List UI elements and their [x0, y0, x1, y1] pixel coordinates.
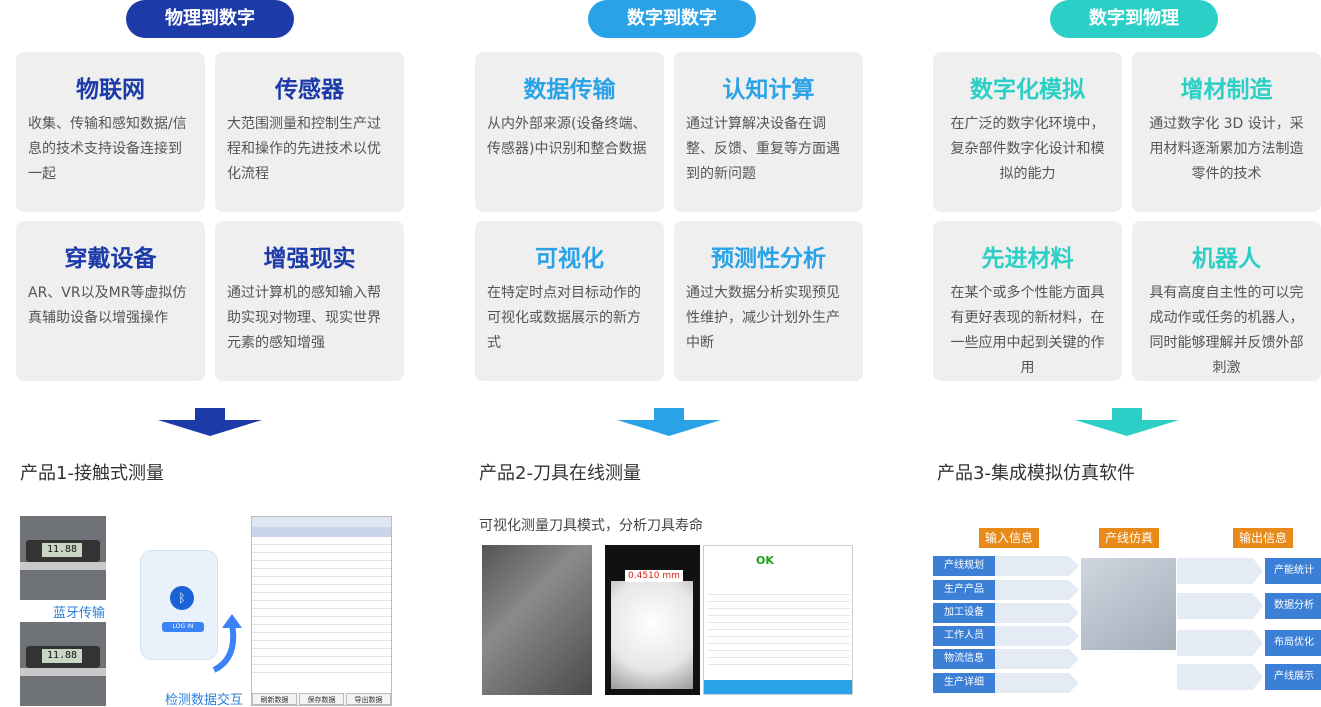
- card-robot: 机器人具有高度自主性的可以完成动作或任务的机器人，同时能够理解并反馈外部刺激: [1132, 221, 1321, 381]
- caliper-reading: 11.88: [42, 543, 82, 557]
- arrow-down-icon: [158, 408, 262, 436]
- card-title: 认知计算: [722, 77, 815, 103]
- card-desc: 在广泛的数字化环境中，复杂部件数字化设计和模拟的能力: [950, 116, 1105, 182]
- card-desc: 具有高度自主性的可以完成动作或任务的机器人，同时能够理解并反馈外部刺激: [1149, 285, 1304, 376]
- card-desc: 通过计算机的感知输入帮助实现对物理、现实世界元素的感知增强: [227, 285, 381, 351]
- output-capacity-stats[interactable]: 产能统计: [1265, 558, 1321, 584]
- card-digital-sim: 数字化模拟在广泛的数字化环境中，复杂部件数字化设计和模拟的能力: [933, 52, 1122, 212]
- output-layout-optimization[interactable]: 布局优化: [1265, 630, 1321, 656]
- output-line-display[interactable]: 产线展示: [1265, 664, 1321, 690]
- output-info-header: 输出信息: [1233, 528, 1294, 548]
- tool-photo: [482, 545, 592, 695]
- card-desc: 在特定时点对目标动作的可视化或数据展示的新方式: [487, 285, 641, 351]
- card-title: 机器人: [1192, 246, 1261, 272]
- interaction-label: 检测数据交互: [162, 689, 247, 707]
- card-desc: 通过计算解决设备在调整、反馈、重复等方面遇到的新问题: [686, 116, 840, 182]
- bluetooth-icon: ᛒ: [170, 586, 194, 610]
- input-staff[interactable]: 工作人员: [933, 626, 995, 646]
- input-product[interactable]: 生产产品: [933, 580, 995, 600]
- output-data-analysis[interactable]: 数据分析: [1265, 593, 1321, 619]
- micrometer-reading: 11.88: [42, 649, 82, 663]
- card-visualization: 可视化在特定时点对目标动作的可视化或数据展示的新方式: [475, 221, 664, 381]
- ok-status: OK: [756, 554, 774, 567]
- bluetooth-label: 蓝牙传输: [50, 602, 109, 621]
- caliper-image: 11.88: [20, 516, 106, 600]
- export-data-button[interactable]: 导出数据: [346, 693, 391, 705]
- column-digital-to-physical: 数字到物理 数字化模拟在广泛的数字化环境中，复杂部件数字化设计和模拟的能力 增材…: [933, 0, 1321, 707]
- input-line-planning[interactable]: 产线规划: [933, 556, 995, 576]
- card-ar: 增强现实通过计算机的感知输入帮助实现对物理、现实世界元素的感知增强: [215, 221, 404, 381]
- plant-layout-image: [1081, 558, 1176, 650]
- card-title: 穿戴设备: [64, 246, 157, 272]
- micrometer-image: 11.88: [20, 622, 106, 706]
- category-pill[interactable]: 物理到数字: [126, 0, 294, 38]
- tool-software-screenshot: OK: [703, 545, 853, 695]
- product-subtitle: 可视化测量刀具模式，分析刀具寿命: [479, 518, 703, 534]
- card-title: 增强现实: [263, 246, 356, 272]
- login-button[interactable]: LOG IN: [162, 622, 204, 632]
- arrow-down-icon: [617, 408, 721, 436]
- card-desc: 通过大数据分析实现预见性维护，减少计划外生产中断: [686, 285, 840, 351]
- save-data-button[interactable]: 保存数据: [299, 693, 344, 705]
- product-title: 产品1-接触式测量: [20, 463, 164, 484]
- card-title: 先进材料: [981, 246, 1074, 272]
- card-desc: 从内外部来源(设备终端、传感器)中识别和整合数据: [487, 116, 647, 157]
- card-title: 物联网: [76, 77, 145, 103]
- input-info-header: 输入信息: [979, 528, 1040, 548]
- card-iot: 物联网收集、传输和感知数据/信息的技术支持设备连接到一起: [16, 52, 205, 212]
- card-predictive: 预测性分析通过大数据分析实现预见性维护，减少计划外生产中断: [674, 221, 863, 381]
- card-desc: AR、VR以及MR等虚拟仿真辅助设备以增强操作: [28, 285, 187, 326]
- card-desc: 在某个或多个性能方面具有更好表现的新材料，在一些应用中起到关键的作用: [950, 285, 1105, 376]
- card-desc: 收集、传输和感知数据/信息的技术支持设备连接到一起: [28, 116, 187, 182]
- column-physical-to-digital: 物理到数字 物联网收集、传输和感知数据/信息的技术支持设备连接到一起 传感器大范…: [16, 0, 406, 707]
- microscope-view: 0.4510 mm: [605, 545, 700, 695]
- simulation-flow: 输入信息 产线仿真 输出信息 产线规划 生产产品 加工设备 工作人员 物流信息 …: [933, 528, 1321, 696]
- column-digital-to-digital: 数字到数字 数据传输从内外部来源(设备终端、传感器)中识别和整合数据 认知计算通…: [475, 0, 865, 707]
- card-sensor: 传感器大范围测量和控制生产过程和操作的先进技术以优化流程: [215, 52, 404, 212]
- refresh-data-button[interactable]: 刷新数据: [252, 693, 297, 705]
- product-title: 产品2-刀具在线测量: [479, 463, 641, 484]
- input-equipment[interactable]: 加工设备: [933, 603, 995, 623]
- card-title: 数字化模拟: [970, 77, 1085, 103]
- card-title: 增材制造: [1180, 77, 1273, 103]
- card-title: 可视化: [535, 246, 604, 272]
- data-table-screenshot: 刷新数据 保存数据 导出数据: [251, 516, 392, 706]
- card-title: 传感器: [275, 77, 344, 103]
- card-wearable: 穿戴设备 AR、VR以及MR等虚拟仿真辅助设备以增强操作: [16, 221, 205, 381]
- card-title: 数据传输: [523, 77, 616, 103]
- input-logistics[interactable]: 物流信息: [933, 649, 995, 669]
- card-desc: 大范围测量和控制生产过程和操作的先进技术以优化流程: [227, 116, 381, 182]
- curve-arrow-icon: [212, 614, 242, 673]
- line-sim-header: 产线仿真: [1099, 528, 1160, 548]
- card-desc: 通过数字化 3D 设计，采用材料逐渐累加方法制造零件的技术: [1149, 116, 1304, 182]
- arrow-down-icon: [1075, 408, 1179, 436]
- category-pill[interactable]: 数字到物理: [1050, 0, 1218, 38]
- product-title: 产品3-集成模拟仿真软件: [937, 463, 1135, 484]
- input-production-detail[interactable]: 生产详细: [933, 673, 995, 693]
- category-pill[interactable]: 数字到数字: [588, 0, 756, 38]
- card-additive: 增材制造通过数字化 3D 设计，采用材料逐渐累加方法制造零件的技术: [1132, 52, 1321, 212]
- card-cognitive: 认知计算通过计算解决设备在调整、反馈、重复等方面遇到的新问题: [674, 52, 863, 212]
- card-materials: 先进材料在某个或多个性能方面具有更好表现的新材料，在一些应用中起到关键的作用: [933, 221, 1122, 381]
- card-data-transfer: 数据传输从内外部来源(设备终端、传感器)中识别和整合数据: [475, 52, 664, 212]
- card-title: 预测性分析: [711, 246, 826, 272]
- measure-value: 0.4510 mm: [625, 570, 683, 582]
